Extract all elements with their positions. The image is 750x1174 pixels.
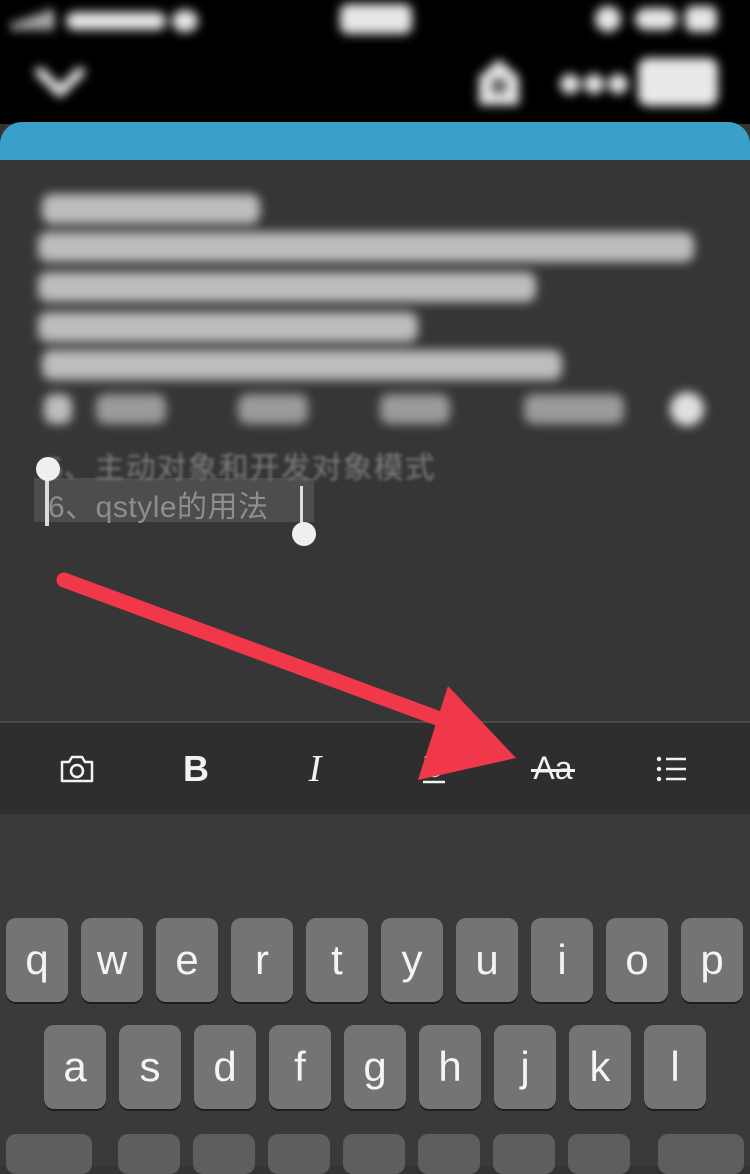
- cellular-signal-icon: [12, 6, 202, 34]
- key-s[interactable]: s: [119, 1025, 181, 1109]
- key-k[interactable]: k: [569, 1025, 631, 1109]
- key-p[interactable]: p: [681, 918, 743, 1002]
- camera-button[interactable]: [18, 723, 136, 814]
- key-d[interactable]: d: [194, 1025, 256, 1109]
- selection-start-handle[interactable]: [36, 457, 60, 481]
- key-a[interactable]: a: [44, 1025, 106, 1109]
- key-n[interactable]: [493, 1134, 555, 1174]
- shift-key[interactable]: [6, 1134, 92, 1174]
- camera-icon: [60, 755, 94, 782]
- underline-button[interactable]: [375, 723, 493, 814]
- italic-button[interactable]: I: [256, 723, 374, 814]
- bold-icon: B: [183, 747, 209, 789]
- formatting-toolbar: B I Aa: [0, 723, 750, 814]
- key-y[interactable]: y: [381, 918, 443, 1002]
- key-h[interactable]: h: [419, 1025, 481, 1109]
- key-x[interactable]: [193, 1134, 255, 1174]
- battery-icon: [595, 4, 720, 34]
- key-m[interactable]: [568, 1134, 630, 1174]
- key-b[interactable]: [418, 1134, 480, 1174]
- underline-icon: [423, 755, 445, 783]
- key-l[interactable]: l: [644, 1025, 706, 1109]
- selected-note-line[interactable]: 6、qstyle的用法: [48, 482, 269, 526]
- italic-icon: I: [308, 747, 322, 790]
- accent-bar: [0, 122, 750, 162]
- key-o[interactable]: o: [606, 918, 668, 1002]
- key-e[interactable]: e: [156, 918, 218, 1002]
- key-q[interactable]: q: [6, 918, 68, 1002]
- key-w[interactable]: w: [81, 918, 143, 1002]
- selection-end-handle[interactable]: [292, 522, 316, 546]
- list-icon: [656, 756, 686, 781]
- key-g[interactable]: g: [344, 1025, 406, 1109]
- bold-button[interactable]: B: [137, 723, 255, 814]
- home-icon[interactable]: [474, 55, 524, 109]
- key-z[interactable]: [118, 1134, 180, 1174]
- status-time: [340, 4, 412, 34]
- strikethrough-button[interactable]: Aa: [494, 723, 612, 814]
- key-r[interactable]: r: [231, 918, 293, 1002]
- done-button[interactable]: [638, 58, 718, 106]
- key-v[interactable]: [343, 1134, 405, 1174]
- key-t[interactable]: t: [306, 918, 368, 1002]
- more-dots-icon[interactable]: [560, 74, 628, 94]
- list-button[interactable]: [613, 723, 731, 814]
- selection-end-bar: [300, 486, 303, 526]
- key-u[interactable]: u: [456, 918, 518, 1002]
- backspace-key[interactable]: [658, 1134, 744, 1174]
- key-i[interactable]: i: [531, 918, 593, 1002]
- key-j[interactable]: j: [494, 1025, 556, 1109]
- strikethrough-icon: Aa: [531, 750, 575, 787]
- blurred-note-text: [38, 190, 718, 440]
- key-f[interactable]: f: [269, 1025, 331, 1109]
- key-c[interactable]: [268, 1134, 330, 1174]
- chevron-down-icon[interactable]: [34, 64, 86, 100]
